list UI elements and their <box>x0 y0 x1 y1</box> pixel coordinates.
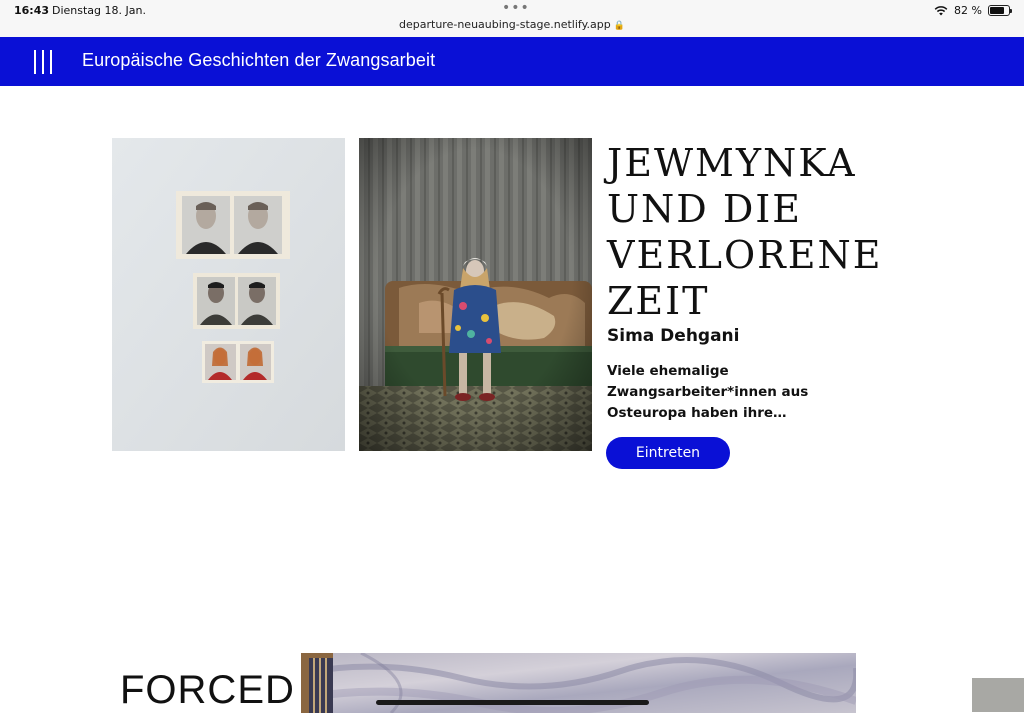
url-text: departure-neuaubing-stage.netlify.app <box>399 18 611 31</box>
passport-photos-image[interactable] <box>112 138 345 451</box>
site-title[interactable]: Europäische Geschichten der Zwangsarbeit <box>82 50 435 71</box>
battery-level <box>990 7 1004 14</box>
portrait-photo-image[interactable] <box>359 138 592 451</box>
home-indicator[interactable] <box>376 700 649 705</box>
story-teaser: Viele ehemalige Zwangsarbeiter*innen aus… <box>607 363 809 421</box>
enter-button[interactable]: Eintreten <box>606 437 730 469</box>
wifi-icon <box>934 5 948 15</box>
address-bar[interactable]: departure-neuaubing-stage.netlify.app 🔒 <box>0 18 1024 31</box>
multitasking-dots-icon[interactable]: ••• <box>502 0 530 16</box>
story-title[interactable]: JEWMYNKA UND DIE VERLORENE ZEIT <box>607 140 881 324</box>
site-header: Europäische Geschichten der Zwangsarbeit <box>0 37 1024 86</box>
battery-icon <box>988 5 1012 16</box>
status-time: 16:43 <box>14 4 50 17</box>
menu-icon[interactable] <box>34 50 52 74</box>
lock-icon: 🔒 <box>613 21 625 31</box>
status-date: Dienstag 18. Jan. <box>52 4 146 17</box>
partial-photo-image[interactable] <box>972 678 1024 712</box>
status-indicators: 82 % <box>934 4 1012 17</box>
battery-percentage: 82 % <box>954 4 982 17</box>
status-bar: 16:43 Dienstag 18. Jan. ••• departure-ne… <box>0 0 1024 37</box>
section-heading: FORCED <box>120 668 295 712</box>
story-author: Sima Dehgani <box>607 326 740 346</box>
